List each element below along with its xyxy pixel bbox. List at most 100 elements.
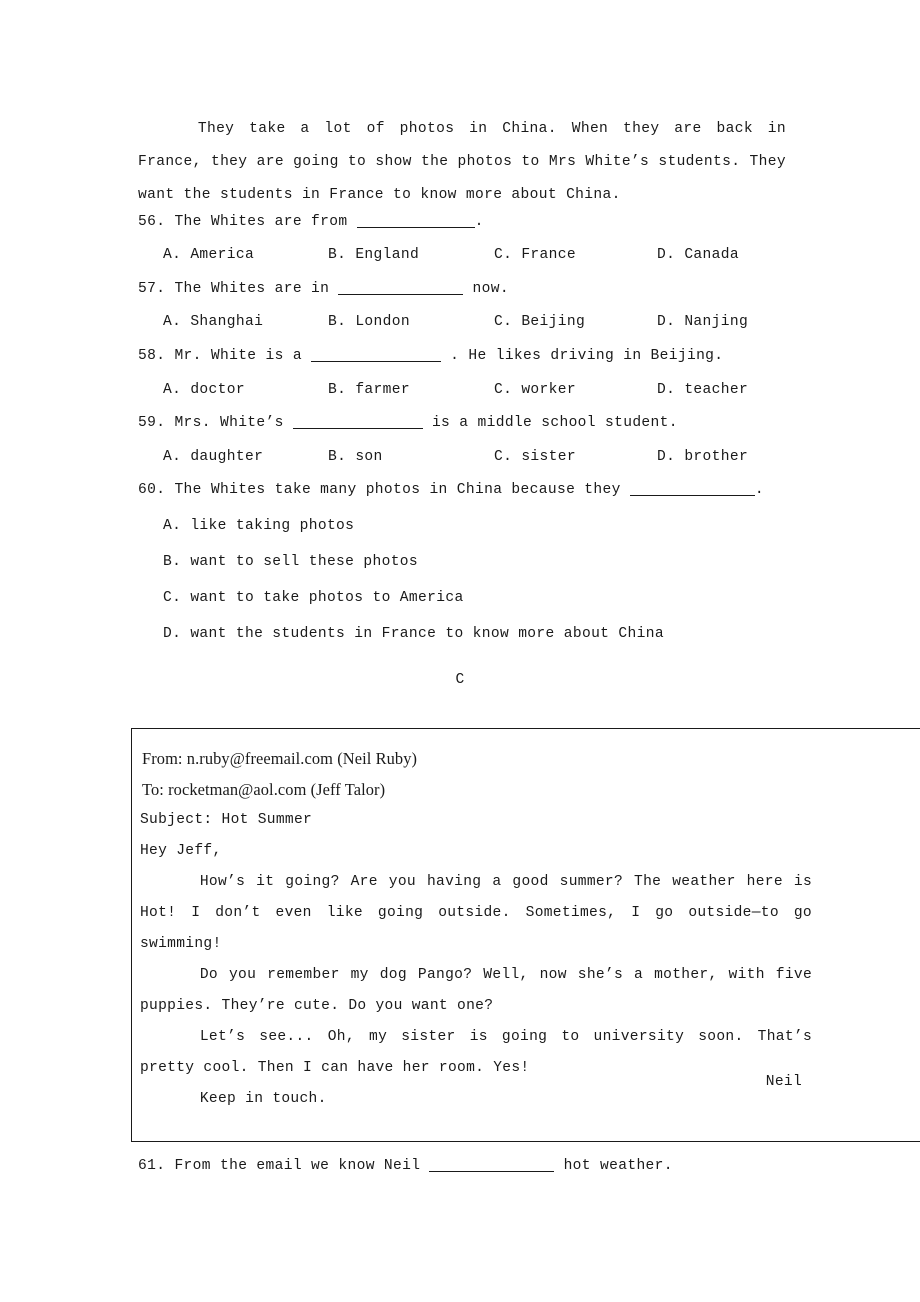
option-label: sister [521,449,576,465]
option-label: want to sell these photos [190,554,419,570]
question-57-blank[interactable] [338,280,464,295]
option-key: A. [163,449,182,465]
question-58-stem: 58. Mr. White is a . He likes driving in… [138,345,723,367]
passage-line-3: to know more about China. [393,187,621,203]
option-key: C. [494,382,513,398]
question-59-number: 59. [138,415,166,431]
question-59-text-after: is a middle school student. [431,415,678,431]
option-label: brother [684,449,749,465]
question-56-text-after: . [474,214,484,230]
question-57-option-a[interactable]: A. Shanghai [163,311,263,333]
email-to-line: To: rocketman@aol.com (Jeff Talor) [142,780,386,799]
option-key: A. [163,314,182,330]
question-57-text-after: now. [472,281,509,297]
option-label: Canada [684,247,739,263]
option-key: B. [163,554,182,570]
option-label: Nanjing [684,314,749,330]
option-label: worker [521,382,576,398]
option-label: doctor [190,382,245,398]
question-56-option-c[interactable]: C. France [494,244,576,266]
option-key: B. [328,314,347,330]
question-59-text-before: Mrs. White’s [174,415,284,431]
question-61-number: 61. [138,1158,166,1174]
email-paragraph-1: How’s it going? Are you having a good su… [140,867,812,960]
reading-passage: They take a lot of photos in China. When… [138,113,786,212]
question-61-text-before: From the email we know Neil [174,1158,421,1174]
email-closing-text: Keep in touch. [199,1091,327,1107]
question-60-stem: 60. The Whites take many photos in China… [138,479,764,501]
email-signature: Neil [765,1074,802,1090]
question-56-number: 56. [138,214,166,230]
option-key: B. [328,449,347,465]
option-label: London [355,314,410,330]
question-60-option-c[interactable]: C. want to take photos to America [163,587,464,609]
question-58-blank[interactable] [311,347,442,362]
question-56-text-before: The Whites are from [174,214,348,230]
option-key: D. [657,247,676,263]
option-key: D. [657,314,676,330]
option-key: B. [328,382,347,398]
question-56-option-a[interactable]: A. America [163,244,254,266]
question-60-blank[interactable] [629,481,755,496]
option-label: France [521,247,576,263]
email-box: From: n.ruby@freemail.com (Neil Ruby) To… [131,728,920,1142]
option-key: C. [494,314,513,330]
question-57-option-b[interactable]: B. London [328,311,410,333]
option-label: Shanghai [190,314,264,330]
question-59-option-a[interactable]: A. daughter [163,446,263,468]
question-56-option-b[interactable]: B. England [328,244,419,266]
email-paragraph-2-text: Do you remember my dog Pango? Well, now … [140,967,812,1014]
email-from-line: From: n.ruby@freemail.com (Neil Ruby) [142,749,418,768]
email-paragraph-1-text: How’s it going? Are you having a good su… [140,874,812,952]
option-label: want the students in France to know more… [190,626,664,642]
option-label: America [190,247,255,263]
question-58-option-d[interactable]: D. teacher [657,379,748,401]
option-key: C. [494,247,513,263]
question-59-blank[interactable] [292,414,423,429]
option-key: C. [163,590,182,606]
question-59-stem: 59. Mrs. White’s is a middle school stud… [138,412,678,434]
question-58-number: 58. [138,348,166,364]
question-56-blank[interactable] [356,213,475,228]
question-56-option-d[interactable]: D. Canada [657,244,739,266]
question-60-number: 60. [138,482,166,498]
question-57-option-c[interactable]: C. Beijing [494,311,585,333]
question-58-option-a[interactable]: A. doctor [163,379,245,401]
option-key: A. [163,518,182,534]
option-key: C. [494,449,513,465]
option-key: A. [163,247,182,263]
question-57-stem: 57. The Whites are in now. [138,278,509,300]
email-subject-line: Subject: Hot Summer [140,812,313,828]
question-61-text-after: hot weather. [563,1158,673,1174]
question-56-stem: 56. The Whites are from . [138,211,484,233]
question-60-option-d[interactable]: D. want the students in France to know m… [163,623,664,645]
question-61-stem: 61. From the email we know Neil hot weat… [138,1155,673,1177]
email-content: From: n.ruby@freemail.com (Neil Ruby) To… [140,743,812,1115]
question-58-option-b[interactable]: B. farmer [328,379,410,401]
question-59-option-d[interactable]: D. brother [657,446,748,468]
email-paragraph-3-text: Let’s see... Oh, my sister is going to u… [140,1029,812,1076]
option-label: Beijing [521,314,586,330]
question-57-number: 57. [138,281,166,297]
question-60-text-after: . [754,482,764,498]
question-60-option-b[interactable]: B. want to sell these photos [163,551,418,573]
option-label: son [355,449,383,465]
question-57-option-d[interactable]: D. Nanjing [657,311,748,333]
option-label: like taking photos [190,518,355,534]
option-key: D. [657,382,676,398]
email-greeting: Hey Jeff, [140,843,222,859]
question-59-option-c[interactable]: C. sister [494,446,576,468]
option-key: A. [163,382,182,398]
question-59-option-b[interactable]: B. son [328,446,383,468]
question-58-text-after: . He likes driving in Beijing. [450,348,724,364]
option-key: B. [328,247,347,263]
option-key: D. [163,626,182,642]
question-58-option-c[interactable]: C. worker [494,379,576,401]
option-label: teacher [684,382,749,398]
question-60-option-a[interactable]: A. like taking photos [163,515,354,537]
question-61-blank[interactable] [429,1157,555,1172]
option-label: England [355,247,420,263]
option-label: farmer [355,382,410,398]
question-57-text-before: The Whites are in [174,281,330,297]
question-58-text-before: Mr. White is a [174,348,302,364]
